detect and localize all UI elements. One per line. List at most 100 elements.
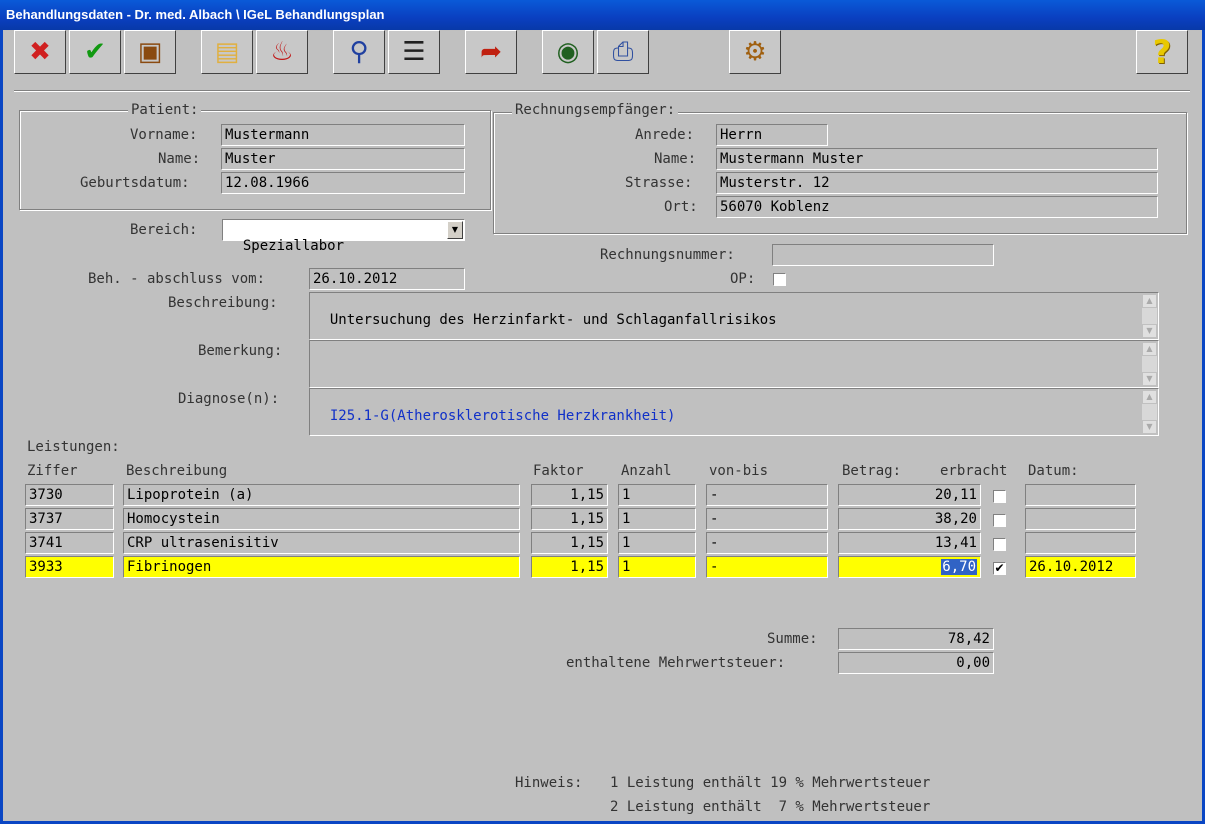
beschreibung-field[interactable]: Untersuchung des Herzinfarkt- und Schlag… [309,292,1159,340]
cell-faktor-text: 1,15 [570,487,604,503]
cell-anzahl-text: 1 [622,535,631,551]
cell-datum[interactable] [1025,508,1136,530]
scroll-down-icon[interactable]: ▼ [1142,324,1157,338]
preview-button[interactable]: ◉ [542,30,594,74]
cell-betrag[interactable]: 13,41 [838,532,981,554]
scroll-down-icon[interactable]: ▼ [1142,420,1157,434]
cell-vonbis[interactable]: - [706,556,828,578]
ort-label: Ort: [664,199,698,215]
anrede-field[interactable]: Herrn [716,124,828,146]
erbracht-checkbox[interactable] [993,514,1006,527]
cell-anzahl[interactable]: 1 [618,508,696,530]
erbracht-checkbox[interactable] [993,490,1006,503]
cancel-button[interactable]: ✖ [14,30,66,74]
scroll-up-icon[interactable]: ▲ [1142,390,1157,404]
cell-vonbis-text: - [710,511,719,527]
patient-name-label: Name: [158,151,201,167]
cell-betrag[interactable]: 38,20 [838,508,981,530]
help-button[interactable]: ? [1136,30,1188,74]
eye-document-icon: ◉ [556,37,580,67]
cell-datum-text: 26.10.2012 [1029,559,1114,575]
anrede-label: Anrede: [635,127,695,143]
cell-beschreibung[interactable]: Homocystein [123,508,520,530]
scroll-up-icon[interactable]: ▲ [1142,342,1157,356]
erbracht-checkbox[interactable]: ✔ [993,562,1006,575]
print-button[interactable]: ⎙ [597,30,649,74]
open-button[interactable]: ▤ [201,30,253,74]
ort-field[interactable]: 56070 Koblenz [716,196,1158,218]
cell-vonbis-text: - [710,559,719,575]
abschluss-field[interactable]: 26.10.2012 [309,268,465,290]
folder-icon: ▤ [214,37,240,67]
cell-beschreibung-text: Lipoprotein (a) [127,487,254,503]
col-ziffer-header: Ziffer [27,463,78,479]
ok-button[interactable]: ✔ [69,30,121,74]
beschreibung-scrollbar[interactable]: ▲ ▼ [1142,294,1157,338]
cell-faktor[interactable]: 1,15 [531,508,608,530]
leistungen-title: Leistungen: [27,439,120,455]
bemerkung-scrollbar[interactable]: ▲ ▼ [1142,342,1157,386]
cell-vonbis[interactable]: - [706,532,828,554]
red-x-icon: ✖ [29,37,51,67]
cell-faktor-text: 1,15 [570,535,604,551]
cell-betrag[interactable]: 20,11 [838,484,981,506]
cell-faktor[interactable]: 1,15 [531,484,608,506]
cell-vonbis[interactable]: - [706,508,828,530]
strasse-label: Strasse: [625,175,693,191]
col-erbracht-header: erbracht [940,463,1008,479]
patient-name-field[interactable]: Muster [221,148,465,170]
scroll-down-icon[interactable]: ▼ [1142,372,1157,386]
chevron-down-icon[interactable]: ▼ [447,221,463,239]
cell-betrag-text: 13,41 [934,535,977,551]
cell-beschreibung[interactable]: CRP ultrasenisitiv [123,532,520,554]
bereich-value: Speziallabor [242,238,345,254]
cell-ziffer[interactable]: 3933 [25,556,114,578]
bereich-label: Bereich: [130,222,198,238]
list-button[interactable]: ☰ [388,30,440,74]
cell-betrag[interactable]: 6,70 [838,556,981,578]
cell-anzahl[interactable]: 1 [618,484,696,506]
cell-datum[interactable] [1025,532,1136,554]
window-frame-left [0,30,3,824]
beschreibung-text: Untersuchung des Herzinfarkt- und Schlag… [329,312,777,328]
cell-anzahl[interactable]: 1 [618,532,696,554]
toolbar-separator [14,90,1190,92]
vorname-label: Vorname: [130,127,198,143]
cell-faktor[interactable]: 1,15 [531,556,608,578]
op-checkbox[interactable] [773,273,786,286]
strasse-field[interactable]: Musterstr. 12 [716,172,1158,194]
cell-vonbis-text: - [710,535,719,551]
cell-betrag-text: 6,70 [941,559,977,575]
cell-beschreibung[interactable]: Fibrinogen [123,556,520,578]
col-datum-header: Datum: [1028,463,1079,479]
cell-datum[interactable] [1025,484,1136,506]
recipient-name-field[interactable]: Mustermann Muster [716,148,1158,170]
scroll-up-icon[interactable]: ▲ [1142,294,1157,308]
printer-icon: ⎙ [612,36,634,67]
bereich-select[interactable]: Speziallabor ▼ [222,219,465,254]
cell-anzahl[interactable]: 1 [618,556,696,578]
diagnose-field[interactable]: I25.1-G(Atherosklerotische Herzkrankheit… [309,388,1159,436]
col-beschreibung-header: Beschreibung [126,463,228,479]
archive-button[interactable]: ▣ [124,30,176,74]
cell-beschreibung[interactable]: Lipoprotein (a) [123,484,520,506]
diagnose-scrollbar[interactable]: ▲ ▼ [1142,390,1157,434]
cell-ziffer-text: 3737 [29,511,63,527]
erbracht-checkbox[interactable] [993,538,1006,551]
geburtsdatum-field[interactable]: 12.08.1966 [221,172,465,194]
search-button[interactable]: ⚲ [333,30,385,74]
diagnose-text: I25.1-G(Atherosklerotische Herzkrankheit… [329,408,676,424]
delete-button[interactable]: ♨ [256,30,308,74]
rechnungsnummer-field[interactable] [772,244,994,266]
clipboard-arrow-icon: ➦ [480,37,502,67]
bemerkung-field[interactable]: ▲ ▼ [309,340,1159,388]
cell-vonbis[interactable]: - [706,484,828,506]
cell-faktor[interactable]: 1,15 [531,532,608,554]
cell-ziffer[interactable]: 3741 [25,532,114,554]
cell-ziffer[interactable]: 3730 [25,484,114,506]
vorname-field[interactable]: Mustermann [221,124,465,146]
export-button[interactable]: ➦ [465,30,517,74]
settings-button[interactable]: ⚙ [729,30,781,74]
cell-datum[interactable]: 26.10.2012 [1025,556,1136,578]
cell-ziffer[interactable]: 3737 [25,508,114,530]
